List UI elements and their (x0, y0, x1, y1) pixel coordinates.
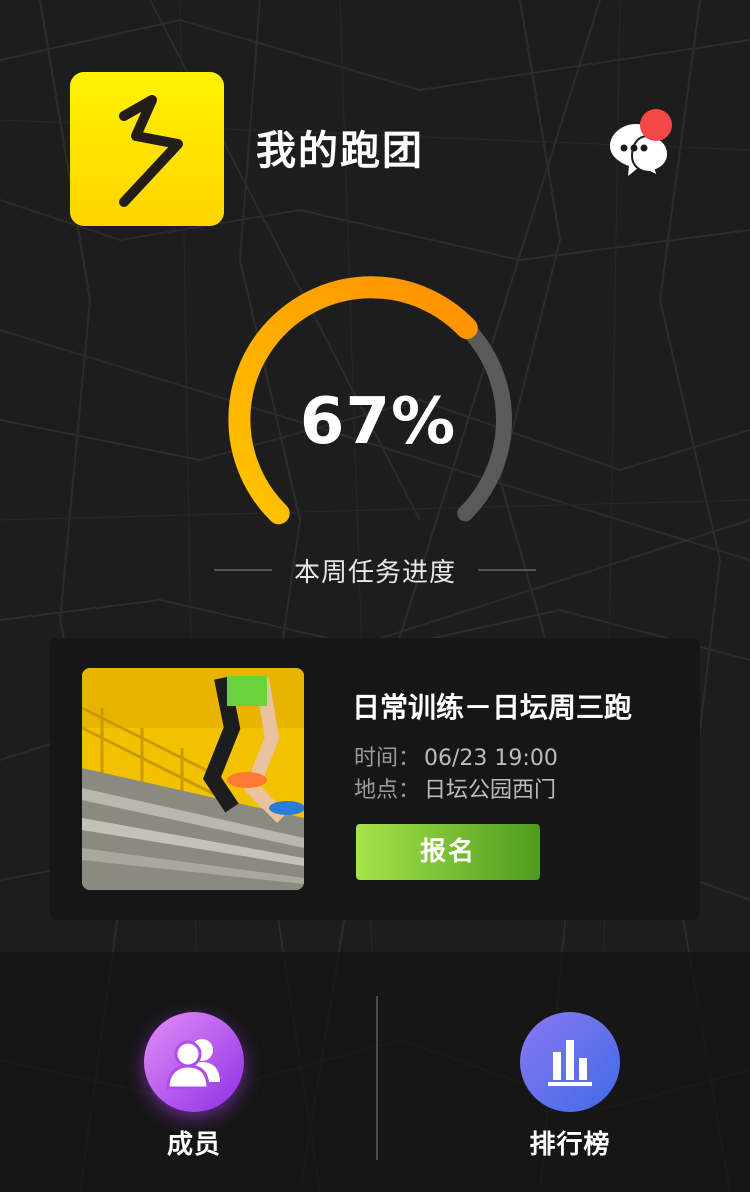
page-title: 我的跑团 (256, 128, 424, 174)
progress-percent: 67% (299, 385, 457, 459)
event-photo (82, 668, 304, 890)
progress-caption-text: 本周任务进度 (293, 557, 456, 588)
members-icon-circle (144, 1012, 244, 1112)
nav-members[interactable]: 成员 (94, 1012, 294, 1172)
event-place-value: 日坛公园西门 (424, 778, 557, 803)
caption-line-left (214, 569, 272, 571)
ranking-icon-circle (520, 1012, 620, 1112)
event-time-value: 06/23 19:00 (424, 746, 558, 771)
unread-badge (640, 109, 672, 141)
event-title: 日常训练－日坛周三跑 (352, 691, 633, 724)
event-place-label: 地点： (354, 778, 421, 803)
app-logo (70, 72, 224, 226)
nav-ranking-label: 排行榜 (529, 1130, 611, 1160)
signup-button[interactable]: 报名 (356, 824, 540, 880)
bottom-nav: 成员 排行榜 (0, 952, 750, 1192)
progress-caption: 本周任务进度 (214, 550, 536, 590)
nav-members-label: 成员 (166, 1130, 221, 1160)
nav-divider (376, 996, 378, 1160)
members-icon (166, 1039, 220, 1090)
event-card[interactable]: 日常训练－日坛周三跑 时间： 06/23 19:00 地点： 日坛公园西门 报名 (50, 638, 700, 920)
nav-ranking[interactable]: 排行榜 (470, 1012, 670, 1172)
caption-line-right (477, 569, 536, 571)
event-time-label: 时间： (354, 746, 421, 771)
bar-chart-icon (548, 1040, 592, 1086)
event-place: 地点： 日坛公园西门 (354, 772, 556, 804)
running-club-logo-icon (119, 95, 183, 207)
event-time: 时间： 06/23 19:00 (354, 740, 558, 772)
